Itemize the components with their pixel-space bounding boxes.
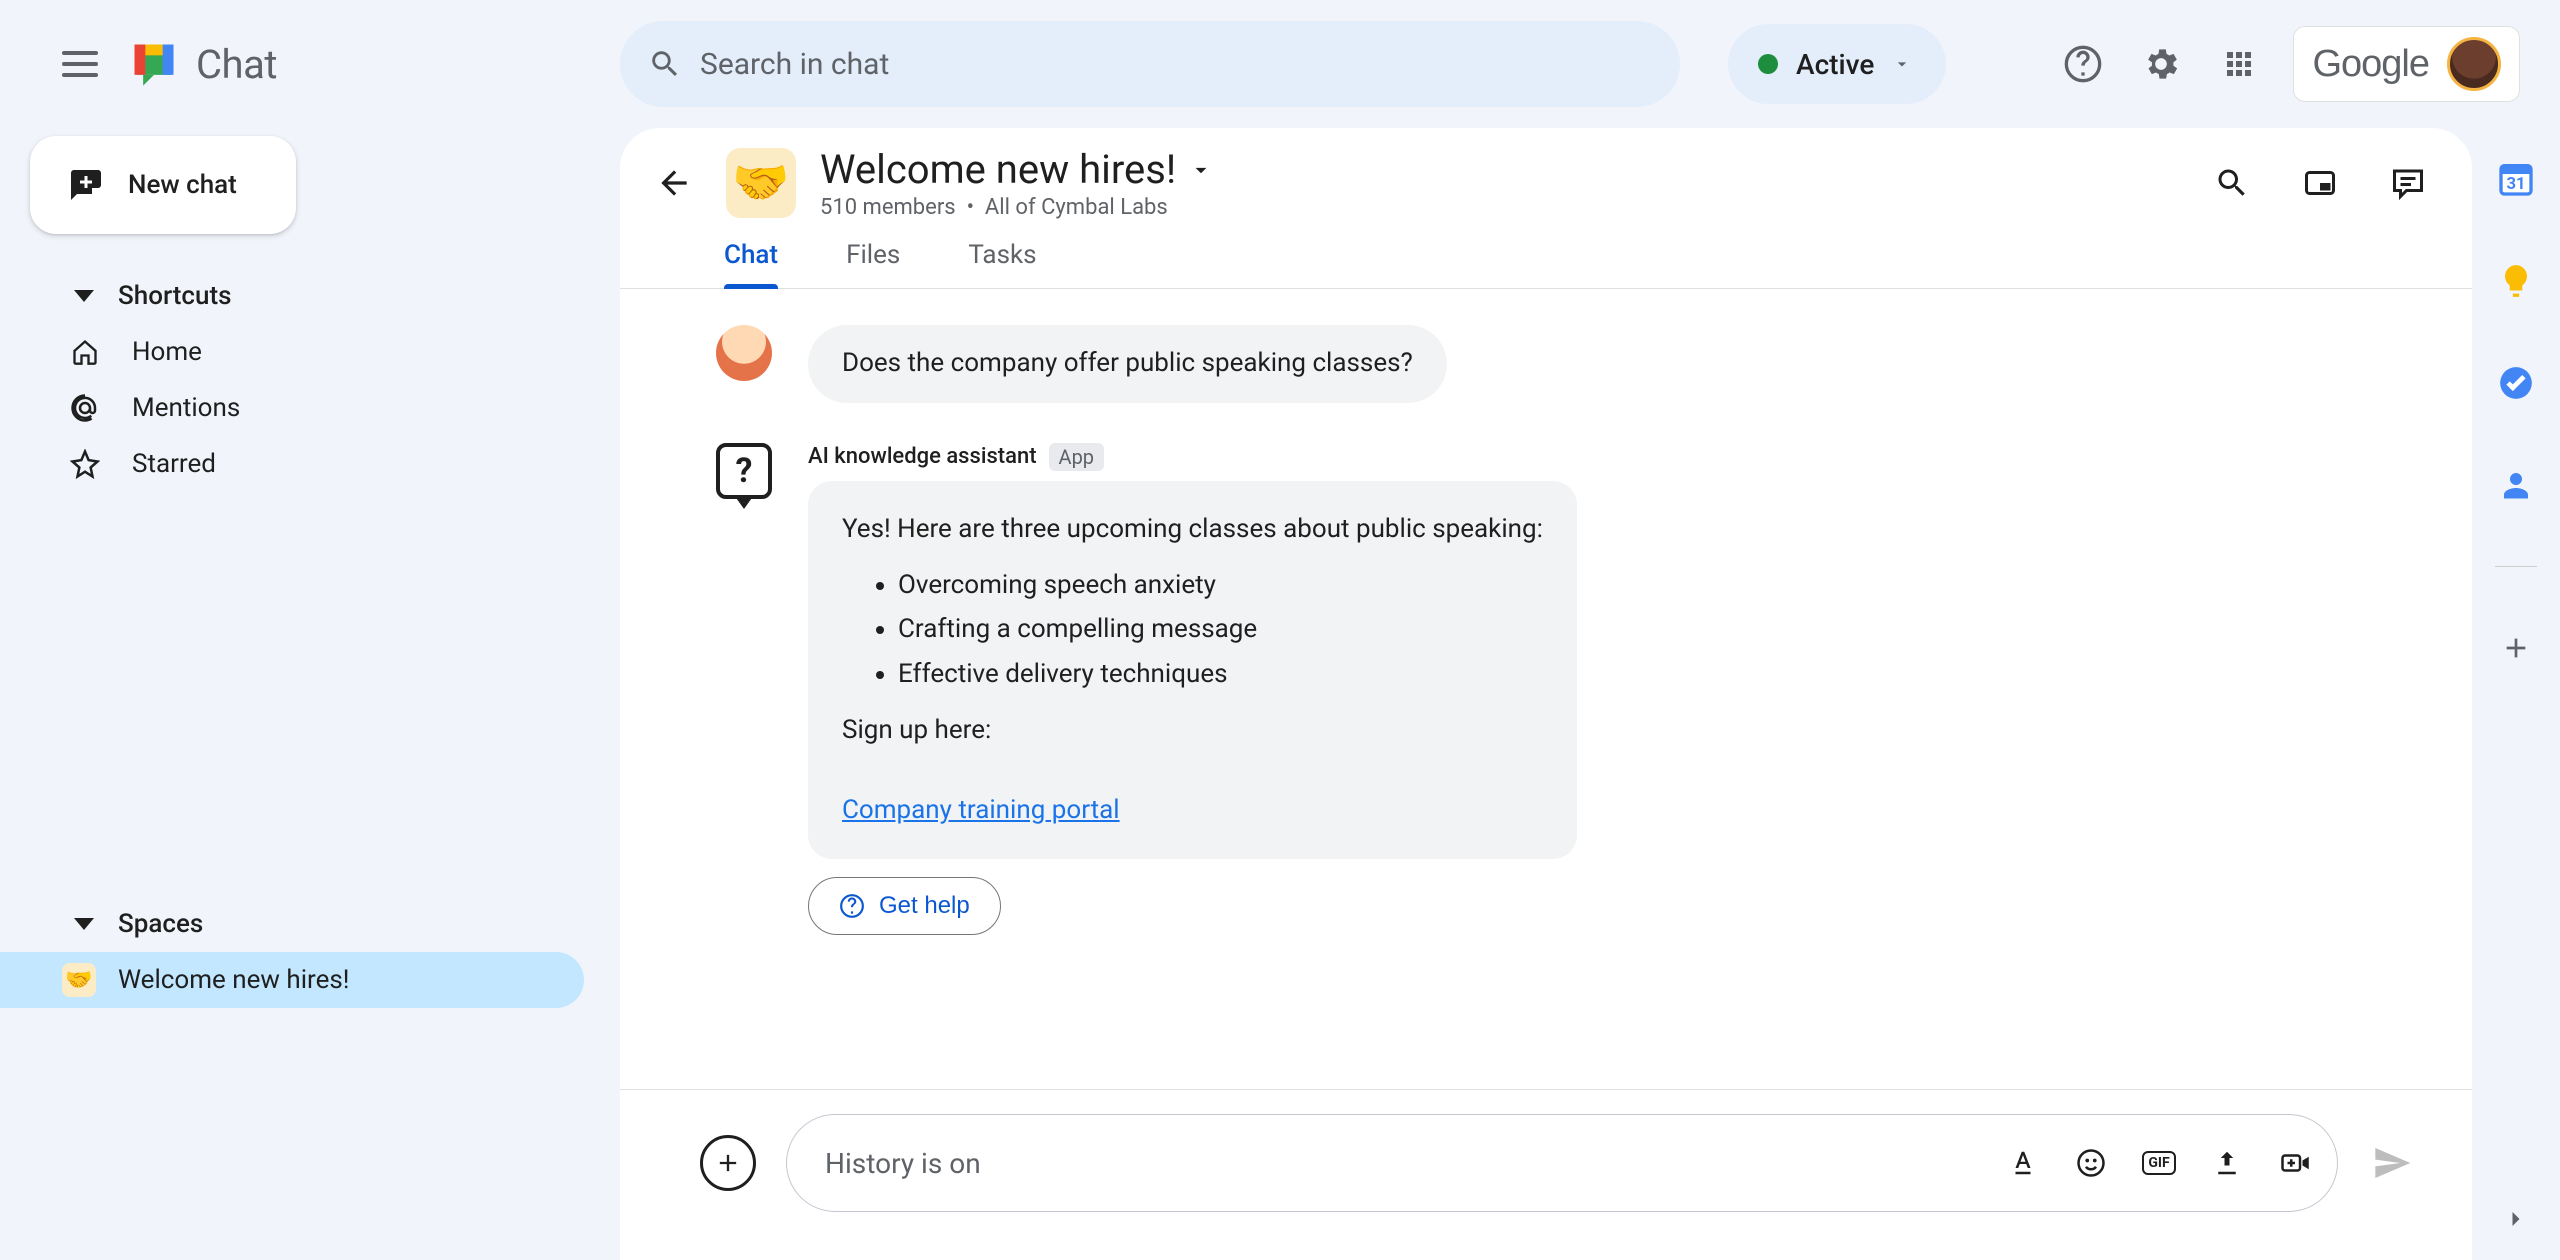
side-tasks[interactable]	[2495, 362, 2537, 404]
bot-avatar-icon: ?	[716, 443, 772, 499]
upload-button[interactable]	[2207, 1143, 2247, 1183]
chevron-down-icon	[74, 290, 94, 302]
training-portal-link[interactable]: Company training portal	[842, 795, 1120, 825]
text-format-icon	[2008, 1148, 2038, 1178]
thread-panel-button[interactable]	[2384, 159, 2432, 207]
side-keep[interactable]	[2495, 260, 2537, 302]
tasks-icon	[2497, 364, 2535, 402]
shortcuts-heading[interactable]: Shortcuts	[0, 268, 584, 324]
nav-starred[interactable]: Starred	[0, 436, 584, 492]
bot-name: AI knowledge assistant	[808, 444, 1037, 469]
status-dot-icon	[1758, 54, 1778, 74]
calendar-icon: 31	[2496, 159, 2536, 199]
nav-home[interactable]: Home	[0, 324, 584, 380]
send-button[interactable]	[2368, 1139, 2416, 1187]
message-row-bot: ? AI knowledge assistant App Yes! Here a…	[716, 443, 2432, 935]
side-calendar[interactable]: 31	[2495, 158, 2537, 200]
message-row-user: Does the company offer public speaking c…	[716, 325, 2432, 403]
room-emoji: 🤝	[726, 148, 796, 218]
emoji-icon	[2076, 1148, 2106, 1178]
help-button[interactable]	[2059, 40, 2107, 88]
plus-icon	[714, 1149, 742, 1177]
gear-icon	[2141, 44, 2181, 84]
svg-text:31: 31	[2506, 175, 2525, 194]
chat-bubble-icon	[2390, 165, 2426, 201]
person-icon	[2498, 467, 2534, 503]
nav-starred-label: Starred	[132, 449, 216, 479]
format-button[interactable]	[2003, 1143, 2043, 1183]
message-bubble: Does the company offer public speaking c…	[808, 325, 1447, 403]
nav-mentions-label: Mentions	[132, 393, 240, 423]
settings-button[interactable]	[2137, 40, 2185, 88]
chat-logo-icon	[128, 38, 180, 90]
new-chat-button[interactable]: New chat	[30, 136, 296, 234]
space-name-label: Welcome new hires!	[118, 965, 350, 995]
main-menu-button[interactable]	[56, 40, 104, 88]
spaces-label: Spaces	[118, 909, 203, 939]
at-icon	[70, 393, 100, 423]
nav-mentions[interactable]: Mentions	[0, 380, 584, 436]
app-name: Chat	[196, 41, 277, 88]
tab-chat[interactable]: Chat	[724, 240, 778, 288]
pop-out-button[interactable]	[2296, 159, 2344, 207]
user-avatar	[2447, 37, 2501, 91]
home-icon	[71, 338, 99, 366]
user-avatar-small	[716, 325, 772, 381]
send-icon	[2372, 1143, 2412, 1183]
room-title: Welcome new hires!	[820, 146, 1176, 193]
gif-button[interactable]: GIF	[2139, 1143, 2179, 1183]
keep-icon	[2497, 262, 2535, 300]
video-button[interactable]	[2275, 1143, 2315, 1183]
room-search-button[interactable]	[2208, 159, 2256, 207]
chat-logo[interactable]: Chat	[128, 38, 277, 90]
new-chat-label: New chat	[128, 170, 237, 200]
shortcuts-label: Shortcuts	[118, 281, 232, 311]
tab-tasks[interactable]: Tasks	[968, 240, 1036, 288]
chevron-down-icon	[1188, 157, 1214, 183]
space-welcome-new-hires[interactable]: 🤝 Welcome new hires!	[0, 952, 584, 1008]
search-icon	[648, 47, 682, 81]
nav-home-label: Home	[132, 337, 202, 367]
handshake-icon: 🤝	[62, 963, 96, 997]
add-attachment-button[interactable]	[700, 1135, 756, 1191]
status-label: Active	[1796, 48, 1874, 81]
message-input[interactable]: History is on GIF	[786, 1114, 2338, 1212]
app-badge: App	[1049, 443, 1105, 471]
search-input[interactable]: Search in chat	[620, 21, 1680, 107]
arrow-left-icon	[655, 164, 693, 202]
emoji-button[interactable]	[2071, 1143, 2111, 1183]
spaces-heading[interactable]: Spaces	[0, 896, 584, 952]
side-expand-button[interactable]	[2495, 1198, 2537, 1240]
apps-button[interactable]	[2215, 40, 2263, 88]
video-call-icon	[2278, 1148, 2312, 1178]
chevron-right-icon	[2502, 1205, 2530, 1233]
room-subtitle: 510 members • All of Cymbal Labs	[820, 195, 1214, 220]
plus-icon	[2500, 632, 2532, 664]
gif-icon: GIF	[2142, 1151, 2175, 1175]
pip-icon	[2302, 165, 2338, 201]
upload-icon	[2212, 1148, 2242, 1178]
help-icon	[839, 893, 865, 919]
chevron-down-icon	[1892, 54, 1912, 74]
composer-placeholder: History is on	[825, 1147, 981, 1180]
status-selector[interactable]: Active	[1728, 24, 1946, 104]
star-icon	[70, 449, 100, 479]
tab-files[interactable]: Files	[846, 240, 900, 288]
bot-message-bubble: Yes! Here are three upcoming classes abo…	[808, 481, 1577, 859]
side-add-button[interactable]	[2495, 627, 2537, 669]
search-placeholder: Search in chat	[700, 47, 889, 82]
apps-grid-icon	[2221, 46, 2257, 82]
google-label: Google	[2312, 43, 2429, 86]
search-icon	[2214, 165, 2250, 201]
account-switcher[interactable]: Google	[2293, 26, 2520, 102]
side-contacts[interactable]	[2495, 464, 2537, 506]
new-chat-icon	[68, 167, 104, 203]
back-button[interactable]	[646, 155, 702, 211]
get-help-button[interactable]: Get help	[808, 877, 1001, 935]
chevron-down-icon	[74, 918, 94, 930]
bot-sender-row: AI knowledge assistant App	[808, 443, 1577, 471]
room-title-dropdown[interactable]: Welcome new hires!	[820, 146, 1214, 193]
help-icon	[2063, 44, 2103, 84]
menu-icon	[62, 62, 98, 66]
